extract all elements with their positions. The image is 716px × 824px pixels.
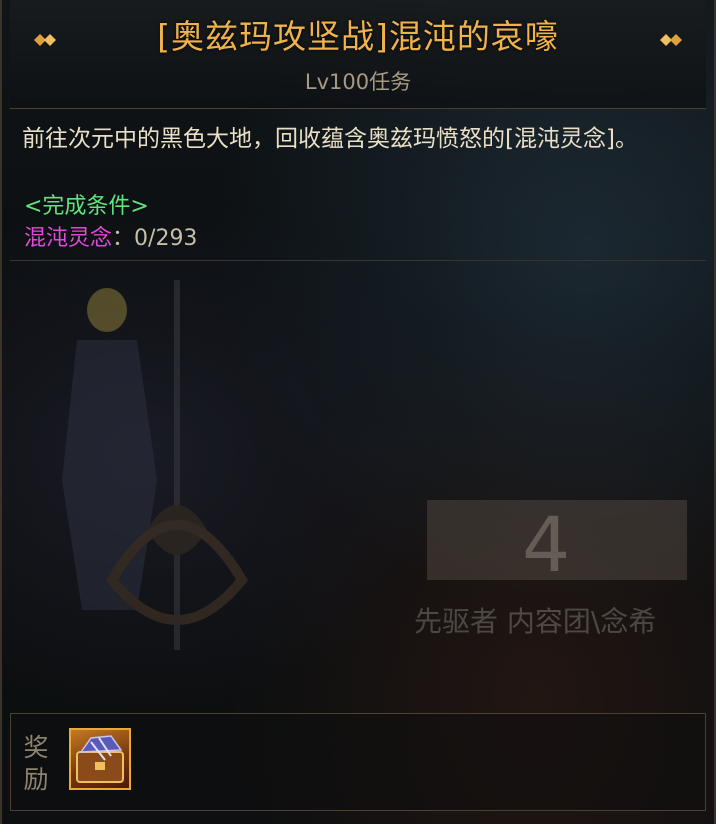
reward-section: 奖 励 [10, 713, 706, 811]
conditions-header: <完成条件> [24, 194, 149, 219]
quest-description: 前往次元中的黑色大地，回收蕴含奥兹玛愤怒的[混沌灵念]。 [22, 126, 638, 152]
character-silhouette-icon [62, 280, 249, 650]
condition-row: 混沌灵念：0/293 [24, 220, 197, 252]
condition-progress: 0/293 [134, 226, 198, 251]
quest-header: [奥兹玛攻坚战]混沌的哀嚎 Lv100任务 [10, 0, 706, 109]
condition-separator: ： [112, 226, 135, 251]
background-board-caption: 先驱者 内容团\念希 [414, 605, 657, 638]
section-divider [10, 260, 706, 261]
reward-item-slot[interactable] [69, 728, 131, 790]
diamond-ornament-icon [660, 34, 682, 46]
background-board-number: 4 [522, 500, 571, 589]
armor-box-icon [76, 735, 124, 783]
quest-detail-panel: [奥兹玛攻坚战]混沌的哀嚎 Lv100任务 前往次元中的黑色大地，回收蕴含奥兹玛… [0, 0, 716, 824]
reward-label: 奖 励 [21, 732, 51, 796]
condition-item-name: 混沌灵念 [24, 226, 113, 251]
reward-label-line1: 奖 [23, 733, 49, 762]
quest-title: [奥兹玛攻坚战]混沌的哀嚎 [157, 17, 559, 56]
quest-level: Lv100任务 [304, 70, 412, 94]
reward-label-line2: 励 [23, 765, 49, 794]
